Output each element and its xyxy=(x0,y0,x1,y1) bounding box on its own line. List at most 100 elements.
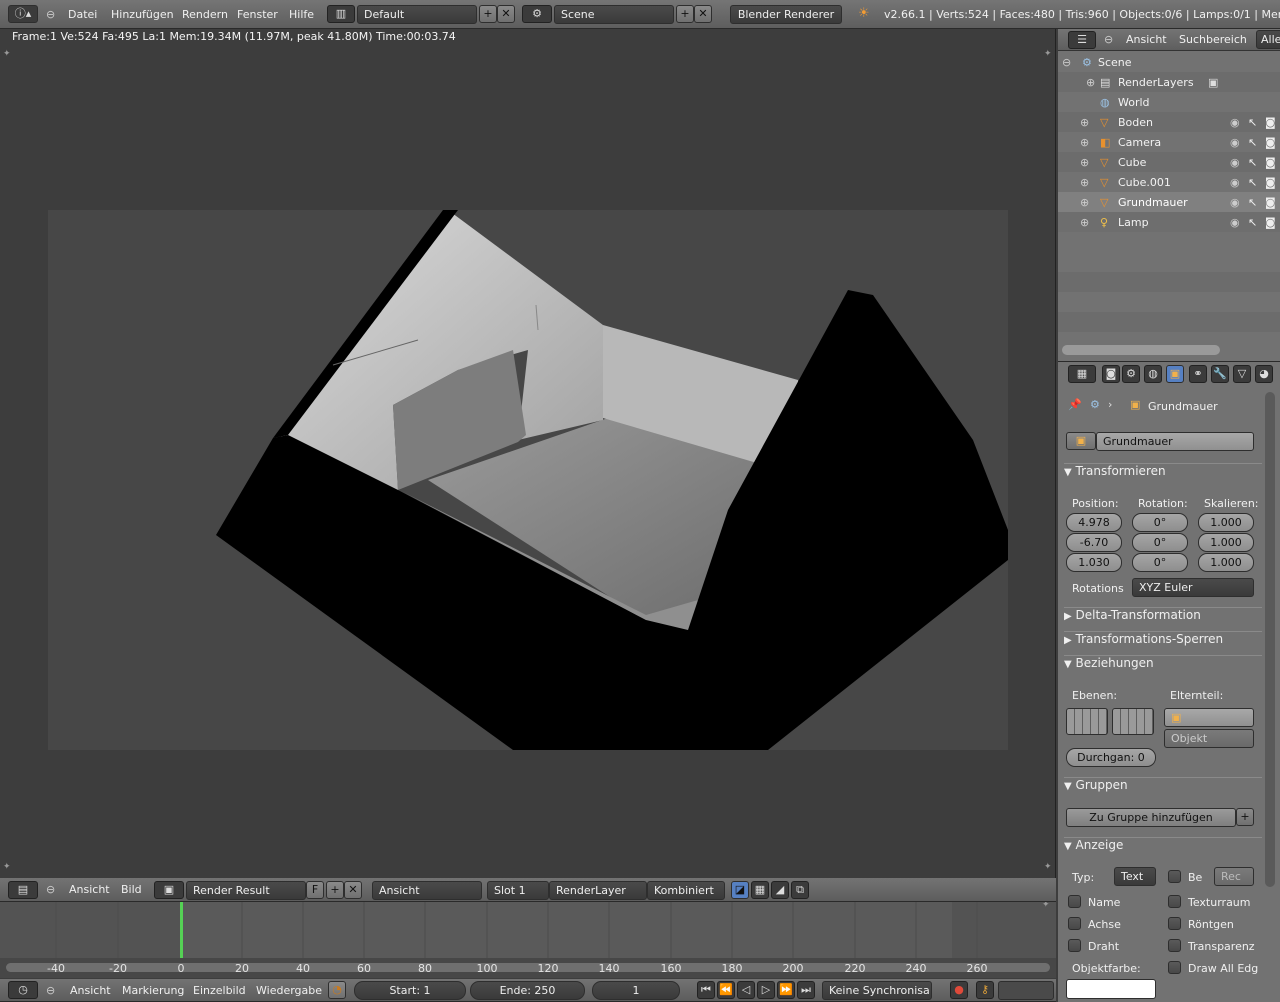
pin-icon[interactable]: 📌 xyxy=(1068,398,1082,411)
scene-selector-icon[interactable]: ⚙ xyxy=(522,5,552,23)
outliner-row-grundmauer[interactable]: ⊕ ▽ Grundmauer ◉ ↖ ◙ xyxy=(1058,192,1280,212)
collapse-toggle-icon[interactable]: ⊖ xyxy=(1062,56,1071,69)
menu-hinzufuegen[interactable]: Hinzufügen xyxy=(111,8,174,21)
wire-checkbox[interactable] xyxy=(1068,939,1081,952)
menu-bild[interactable]: Bild xyxy=(121,883,142,896)
outliner-row-boden[interactable]: ⊕ ▽ Boden ◉ ↖ ◙ xyxy=(1058,112,1280,132)
preview-range-icon[interactable]: ◔ xyxy=(328,981,346,999)
prev-keyframe-icon[interactable]: ⏪ xyxy=(717,981,735,999)
expand-toggle-icon[interactable]: ⊕ xyxy=(1080,176,1089,189)
timeline-ruler[interactable]: -40 -20 0 20 40 60 80 100 120 140 160 18… xyxy=(0,958,1056,978)
outliner-item-label[interactable]: Scene xyxy=(1098,56,1132,69)
area-corner-icon[interactable]: ✦ xyxy=(1044,862,1052,872)
unlink-image-icon[interactable]: ✕ xyxy=(344,881,362,899)
menu-einzelbild[interactable]: Einzelbild xyxy=(193,984,246,997)
rotation-mode-select[interactable]: XYZ Euler xyxy=(1132,578,1254,597)
record-icon[interactable]: ● xyxy=(950,981,968,999)
render-pass-select[interactable]: Kombiniert xyxy=(647,881,725,900)
add-to-group-button[interactable]: Zu Gruppe hinzufügen xyxy=(1066,808,1236,827)
editor-type-info-icon[interactable]: ⓘ▴ xyxy=(8,5,38,23)
outliner-row-camera[interactable]: ⊕ ◧ Camera ◉ ↖ ◙ xyxy=(1058,132,1280,152)
scale-z-field[interactable]: 1.000 xyxy=(1198,553,1254,572)
position-x-field[interactable]: 4.978 xyxy=(1066,513,1122,532)
name-checkbox[interactable] xyxy=(1068,895,1081,908)
expand-toggle-icon[interactable]: ⊕ xyxy=(1080,136,1089,149)
expand-toggle-icon[interactable]: ⊕ xyxy=(1080,216,1089,229)
new-image-icon[interactable]: + xyxy=(326,881,344,899)
material-tab-icon[interactable]: ◕ xyxy=(1255,365,1273,383)
render-layer-select[interactable]: RenderLayer xyxy=(549,881,647,900)
rotation-y-field[interactable]: 0° xyxy=(1132,533,1188,552)
data-tab-icon[interactable]: ▽ xyxy=(1233,365,1251,383)
render-camera-icon[interactable]: ◙ xyxy=(1265,116,1276,129)
bounds-checkbox[interactable] xyxy=(1168,870,1181,883)
collapse-menu-icon[interactable]: ⊖ xyxy=(1104,33,1113,46)
constraints-tab-icon[interactable]: ⚭ xyxy=(1189,365,1207,383)
render-slot-select[interactable]: Slot 1 xyxy=(487,881,549,900)
render-camera-icon[interactable]: ◙ xyxy=(1265,136,1276,149)
outliner-item-label[interactable]: Cube xyxy=(1118,156,1146,169)
menu-rendern[interactable]: Rendern xyxy=(182,8,228,21)
collapse-menu-icon[interactable]: ⊖ xyxy=(46,883,55,896)
area-corner-icon[interactable]: ✦ xyxy=(1044,49,1052,59)
scene-tab-icon[interactable]: ⚙ xyxy=(1122,365,1140,383)
position-z-field[interactable]: 1.030 xyxy=(1066,553,1122,572)
pass-index-field[interactable]: Durchgan: 0 xyxy=(1066,748,1156,767)
play-reverse-icon[interactable]: ◁ xyxy=(737,981,755,999)
draw-alpha-icon[interactable]: ▦ xyxy=(751,881,769,899)
outliner-row-cube-001[interactable]: ⊕ ▽ Cube.001 ◉ ↖ ◙ xyxy=(1058,172,1280,192)
groups-panel-header[interactable]: ▼ Gruppen xyxy=(1064,777,1262,797)
parent-type-select[interactable]: Objekt xyxy=(1164,729,1254,748)
draw-zbuffer-icon[interactable]: ◢ xyxy=(771,881,789,899)
axis-checkbox[interactable] xyxy=(1068,917,1081,930)
cursor-select-icon[interactable]: ↖ xyxy=(1248,196,1257,209)
render-tab-icon[interactable]: ◙ xyxy=(1102,365,1120,383)
outliner-row-scene[interactable]: ⊖ ⚙ Scene xyxy=(1058,52,1280,72)
expand-toggle-icon[interactable]: ⊕ xyxy=(1080,196,1089,209)
outliner-item-label[interactable]: Lamp xyxy=(1118,216,1149,229)
screen-layout-icon[interactable]: ▥ xyxy=(327,5,355,23)
scale-x-field[interactable]: 1.000 xyxy=(1198,513,1254,532)
expand-toggle-icon[interactable]: ⊕ xyxy=(1080,156,1089,169)
outliner-row-world[interactable]: ◍ World xyxy=(1058,92,1280,112)
properties-scrollbar[interactable] xyxy=(1265,392,1275,887)
object-color-swatch[interactable] xyxy=(1066,979,1156,999)
eye-icon[interactable]: ◉ xyxy=(1230,116,1240,129)
collapse-menu-icon[interactable]: ⊖ xyxy=(46,984,55,997)
outliner-item-label[interactable]: Boden xyxy=(1118,116,1153,129)
xray-checkbox[interactable] xyxy=(1168,917,1181,930)
remove-layout-icon[interactable]: ✕ xyxy=(497,5,515,23)
menu-datei[interactable]: Datei xyxy=(68,8,97,21)
eye-icon[interactable]: ◉ xyxy=(1230,196,1240,209)
image-editor-type-icon[interactable]: ▤ xyxy=(8,881,38,899)
view-mode-select[interactable]: Ansicht xyxy=(372,881,482,900)
scale-y-field[interactable]: 1.000 xyxy=(1198,533,1254,552)
timeline-editor-type-icon[interactable]: ◷ xyxy=(8,981,38,999)
end-frame-field[interactable]: Ende: 250 xyxy=(470,981,585,1000)
jump-end-icon[interactable]: ⏭ xyxy=(797,981,815,999)
start-frame-field[interactable]: Start: 1 xyxy=(354,981,466,1000)
menu-ansicht[interactable]: Ansicht xyxy=(69,883,110,896)
outliner-row-lamp[interactable]: ⊕ ♀ Lamp ◉ ↖ ◙ xyxy=(1058,212,1280,232)
remove-scene-icon[interactable]: ✕ xyxy=(694,5,712,23)
scene-field[interactable]: Scene xyxy=(554,5,674,24)
properties-editor-type-icon[interactable]: ▦ xyxy=(1068,365,1096,383)
layer-grid-right[interactable] xyxy=(1112,708,1154,735)
jump-start-icon[interactable]: ⏮ xyxy=(697,981,715,999)
cursor-select-icon[interactable]: ↖ xyxy=(1248,216,1257,229)
area-corner-icon[interactable]: ✦ xyxy=(3,49,11,59)
outliner-item-label[interactable]: RenderLayers xyxy=(1118,76,1194,89)
outliner-display-filter[interactable]: Alle xyxy=(1256,30,1280,49)
current-frame-field[interactable]: 1 xyxy=(592,981,680,1000)
modifiers-tab-icon[interactable]: 🔧 xyxy=(1211,365,1229,383)
add-group-icon[interactable]: + xyxy=(1236,808,1254,826)
cursor-select-icon[interactable]: ↖ xyxy=(1248,116,1257,129)
outliner-item-label[interactable]: Grundmauer xyxy=(1118,196,1188,209)
add-scene-icon[interactable]: + xyxy=(676,5,694,23)
render-camera-icon[interactable]: ◙ xyxy=(1265,216,1276,229)
texture-space-checkbox[interactable] xyxy=(1168,895,1181,908)
draw-all-edges-checkbox[interactable] xyxy=(1168,961,1181,974)
render-camera-icon[interactable]: ◙ xyxy=(1265,156,1276,169)
outliner-horizontal-scrollbar[interactable] xyxy=(1062,345,1220,355)
keying-set-icon[interactable]: ⚷ xyxy=(976,981,994,999)
